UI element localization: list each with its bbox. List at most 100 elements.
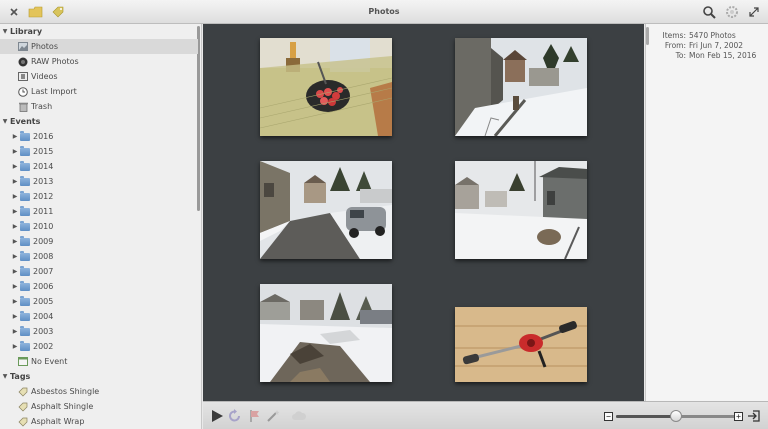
photo-driveway-car-snow — [260, 161, 392, 259]
publish-button[interactable] — [291, 408, 307, 424]
slideshow-button[interactable] — [209, 408, 225, 424]
sidebar-item-trash[interactable]: Trash — [0, 99, 198, 114]
sidebar-item-label: Last Import — [31, 87, 77, 96]
title-bar: Photos — [0, 0, 768, 24]
edit-button[interactable] — [50, 4, 66, 20]
sidebar-item-event-year[interactable]: ▶ 2008 — [0, 249, 198, 264]
sidebar-item-event-year[interactable]: ▶ 2006 — [0, 279, 198, 294]
sidebar-item-photos[interactable]: Photos — [0, 39, 198, 54]
zoom-in-button[interactable]: + — [734, 412, 743, 421]
film-icon — [18, 72, 28, 81]
settings-button[interactable] — [724, 4, 740, 20]
expand-triangle-icon[interactable]: ▶ — [10, 238, 20, 245]
info-panel-scrollbar[interactable] — [646, 27, 649, 45]
events-header[interactable]: ▼ Events — [0, 114, 198, 129]
expand-triangle-icon[interactable]: ▶ — [10, 193, 20, 200]
camera-lens-icon — [18, 57, 28, 66]
photo-viewer[interactable] — [203, 24, 644, 401]
photo-thumbnail[interactable] — [455, 38, 587, 136]
info-to-row: To: Mon Feb 15, 2016 — [652, 51, 757, 60]
fullscreen-button[interactable] — [746, 4, 762, 20]
sidebar-item-tag[interactable]: Asphalt Shingle — [0, 399, 198, 414]
flag-icon — [250, 410, 259, 422]
photo-thumbnail[interactable] — [260, 38, 392, 136]
expand-triangle-icon[interactable]: ▶ — [10, 178, 20, 185]
library-header-label: Library — [10, 27, 43, 36]
sidebar-item-label: 2005 — [33, 297, 54, 306]
fullscreen-icon — [749, 7, 759, 17]
sidebar-item-event-year[interactable]: ▶ 2016 — [0, 129, 198, 144]
expand-triangle-icon[interactable]: ▶ — [10, 253, 20, 260]
expand-triangle-icon[interactable]: ▶ — [10, 283, 20, 290]
photo-thumbnail[interactable] — [260, 284, 392, 382]
sidebar-item-tag[interactable]: Asphalt Wrap — [0, 414, 198, 429]
sidebar-item-event-year[interactable]: ▶ 2009 — [0, 234, 198, 249]
photo-tomatoes-on-table — [260, 38, 392, 136]
photo-thumbnail[interactable] — [455, 307, 587, 382]
flag-button[interactable] — [247, 408, 263, 424]
zoom-slider[interactable] — [616, 410, 736, 422]
import-button[interactable] — [28, 4, 44, 20]
sidebar-item-event-year[interactable]: ▶ 2015 — [0, 144, 198, 159]
sidebar-item-event-year[interactable]: ▶ 2014 — [0, 159, 198, 174]
sidebar-item-label: Asphalt Wrap — [31, 417, 85, 426]
zoom-out-button[interactable]: − — [604, 412, 613, 421]
photo-thumbnail[interactable] — [260, 161, 392, 259]
photo-snowy-yard-house — [455, 38, 587, 136]
expand-triangle-icon[interactable]: ▶ — [10, 223, 20, 230]
sidebar-item-event-year[interactable]: ▶ 2003 — [0, 324, 198, 339]
folder-icon — [20, 205, 30, 216]
sidebar-item-event-year[interactable]: ▶ 2012 — [0, 189, 198, 204]
expand-triangle-icon[interactable]: ▶ — [10, 343, 20, 350]
folder-icon — [20, 265, 30, 276]
sidebar-item-label: 2012 — [33, 192, 54, 201]
search-icon — [703, 6, 716, 19]
folder-icon — [20, 235, 30, 246]
expand-triangle-icon: ▼ — [2, 28, 8, 35]
expand-triangle-icon[interactable]: ▶ — [10, 313, 20, 320]
folder-icon — [20, 310, 30, 321]
expand-triangle-icon: ▼ — [2, 373, 8, 380]
sidebar-item-event-year[interactable]: ▶ 2013 — [0, 174, 198, 189]
folder-icon — [20, 175, 30, 186]
magic-wand-icon — [267, 410, 280, 422]
exit-button[interactable] — [746, 408, 762, 424]
search-button[interactable] — [701, 4, 717, 20]
folder-icon — [20, 280, 30, 291]
tag-icon — [52, 6, 64, 18]
sidebar-item-event-year[interactable]: ▶ 2007 — [0, 264, 198, 279]
sidebar-item-event-year[interactable]: ▶ 2004 — [0, 309, 198, 324]
sidebar[interactable]: ▼ Library Photos RAW Photos Videos Last … — [0, 24, 202, 429]
expand-triangle-icon[interactable]: ▶ — [10, 298, 20, 305]
sidebar-item-tag[interactable]: Asbestos Shingle — [0, 384, 198, 399]
tags-header[interactable]: ▼ Tags — [0, 369, 198, 384]
play-icon — [212, 410, 223, 422]
expand-triangle-icon[interactable]: ▶ — [10, 133, 20, 140]
close-button[interactable] — [6, 4, 22, 20]
expand-triangle-icon[interactable]: ▶ — [10, 163, 20, 170]
sidebar-item-videos[interactable]: Videos — [0, 69, 198, 84]
expand-triangle-icon[interactable]: ▶ — [10, 328, 20, 335]
zoom-slider-handle[interactable] — [670, 410, 682, 422]
rotate-button[interactable] — [227, 408, 243, 424]
library-header[interactable]: ▼ Library — [0, 24, 198, 39]
sidebar-item-last-import[interactable]: Last Import — [0, 84, 198, 99]
cloud-icon — [292, 411, 307, 420]
sidebar-item-no-event[interactable]: No Event — [0, 354, 198, 369]
expand-triangle-icon[interactable]: ▶ — [10, 268, 20, 275]
clock-icon — [18, 86, 28, 97]
folder-icon — [20, 340, 30, 351]
sidebar-item-event-year[interactable]: ▶ 2002 — [0, 339, 198, 354]
enhance-button[interactable] — [265, 408, 281, 424]
expand-triangle-icon[interactable]: ▶ — [10, 208, 20, 215]
zoom-slider-fill — [616, 415, 676, 418]
sidebar-item-raw-photos[interactable]: RAW Photos — [0, 54, 198, 69]
gear-icon — [726, 6, 738, 18]
sidebar-item-event-year[interactable]: ▶ 2011 — [0, 204, 198, 219]
folder-icon — [20, 145, 30, 156]
expand-triangle-icon[interactable]: ▶ — [10, 148, 20, 155]
photo-thumbnail[interactable] — [455, 161, 587, 259]
sidebar-item-event-year[interactable]: ▶ 2005 — [0, 294, 198, 309]
events-header-label: Events — [10, 117, 41, 126]
sidebar-item-event-year[interactable]: ▶ 2010 — [0, 219, 198, 234]
